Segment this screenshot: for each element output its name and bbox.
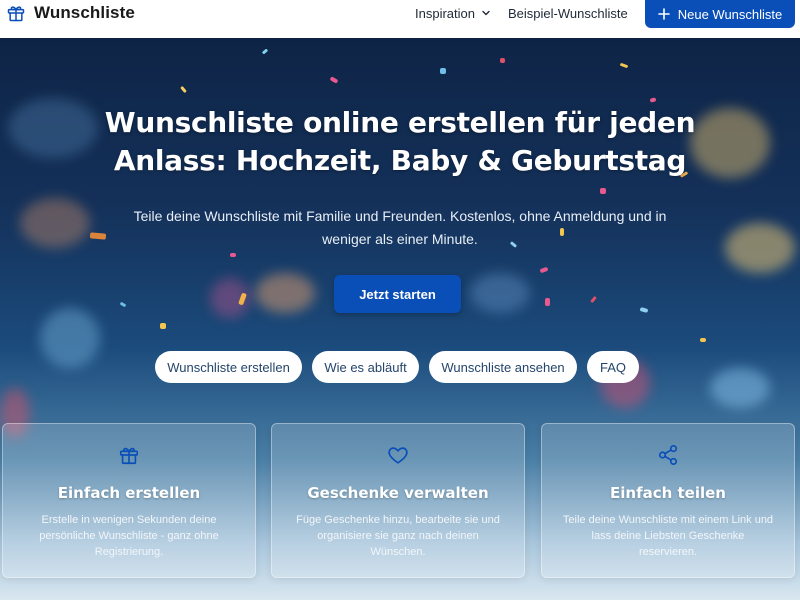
share-icon (658, 445, 678, 465)
top-navigation-bar: Wunschliste Inspiration Beispiel-Wunschl… (0, 0, 800, 38)
bokeh-light (255, 273, 315, 313)
feature-card-manage: Geschenke verwalten Füge Geschenke hinzu… (271, 423, 525, 578)
nav-example-wishlist-link[interactable]: Beispiel-Wunschliste (508, 0, 628, 26)
confetti-piece (119, 301, 127, 308)
quick-link-faq[interactable]: FAQ (587, 351, 639, 383)
gift-icon (119, 447, 139, 465)
confetti-piece (89, 232, 107, 240)
confetti-piece (230, 253, 236, 257)
bokeh-light (725, 223, 795, 273)
confetti-piece (600, 188, 606, 194)
hero-title: Wunschliste online erstellen für jeden A… (104, 106, 696, 177)
confetti-piece (619, 62, 629, 69)
confetti-piece (539, 266, 549, 274)
new-wishlist-button[interactable]: Neue Wunschliste (645, 0, 795, 28)
confetti-piece (590, 295, 597, 304)
bokeh-light (710, 368, 770, 408)
feature-title: Geschenke verwalten (307, 484, 489, 502)
heart-icon (388, 447, 408, 464)
new-wishlist-label: Neue Wunschliste (677, 6, 783, 22)
hero-subtitle: Teile deine Wunschliste mit Familie und … (133, 208, 667, 247)
nav-inspiration-label: Inspiration (415, 5, 475, 21)
feature-description: Teile deine Wunschliste mit einem Link u… (562, 514, 774, 558)
brand-name: Wunschliste (34, 3, 135, 22)
confetti-piece (261, 48, 269, 55)
quick-link-label: Wunschliste ansehen (441, 359, 565, 375)
quick-link-label: Wunschliste erstellen (167, 359, 290, 375)
quick-link-view-wishlist[interactable]: Wunschliste ansehen (429, 351, 577, 383)
feature-card-create: Einfach erstellen Erstelle in wenigen Se… (2, 423, 256, 578)
confetti-piece (180, 85, 187, 94)
feature-title: Einfach erstellen (57, 484, 201, 502)
confetti-piece (160, 323, 166, 329)
bokeh-light (8, 98, 98, 158)
plus-icon (657, 8, 670, 20)
bokeh-light (690, 108, 770, 178)
nav-inspiration-dropdown[interactable]: Inspiration (415, 0, 491, 26)
confetti-piece (329, 76, 339, 84)
confetti-piece (545, 298, 550, 306)
confetti-piece (639, 307, 649, 313)
nav-example-label: Beispiel-Wunschliste (508, 5, 628, 21)
bokeh-light (40, 308, 100, 368)
feature-title: Einfach teilen (610, 484, 726, 502)
confetti-piece (649, 97, 657, 103)
chevron-down-icon (482, 10, 490, 16)
feature-description: Füge Geschenke hinzu, bearbeite sie und … (296, 514, 500, 558)
feature-description: Erstelle in wenigen Sekunden deine persö… (39, 514, 219, 558)
feature-card-share: Einfach teilen Teile deine Wunschliste m… (541, 423, 795, 578)
get-started-label: Jetzt starten (359, 286, 436, 302)
confetti-piece (500, 58, 505, 63)
quick-link-how-it-works[interactable]: Wie es abläuft (312, 351, 419, 383)
quick-link-label: FAQ (599, 359, 626, 375)
confetti-piece (700, 338, 706, 342)
quick-link-label: Wie es abläuft (324, 359, 407, 375)
brand-logo-link[interactable]: Wunschliste (6, 0, 135, 26)
confetti-piece (440, 68, 446, 74)
quick-link-create-wishlist[interactable]: Wunschliste erstellen (155, 351, 302, 383)
bokeh-light (470, 273, 530, 313)
get-started-button[interactable]: Jetzt starten (334, 275, 461, 313)
gift-icon (7, 6, 25, 22)
bokeh-light (20, 198, 90, 248)
